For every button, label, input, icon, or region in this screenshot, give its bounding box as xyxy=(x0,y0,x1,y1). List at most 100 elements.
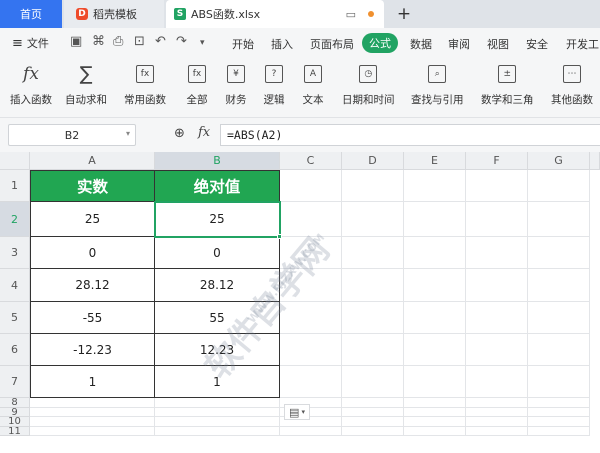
cell[interactable] xyxy=(528,427,590,436)
cell[interactable] xyxy=(280,269,342,302)
cell[interactable] xyxy=(528,366,590,398)
cell[interactable] xyxy=(30,427,155,436)
monitor-icon[interactable]: ▭ xyxy=(346,8,356,21)
cell[interactable] xyxy=(280,427,342,436)
spreadsheet-grid[interactable]: A B C D E F G 1 2 3 4 5 6 7 8 9 10 11 实数 绝对值 25 25 0 0 28.12 28.1… xyxy=(0,152,600,453)
cell[interactable] xyxy=(528,334,590,366)
autosum-button[interactable]: ∑ 自动求和 xyxy=(65,62,107,107)
row-header-1[interactable]: 1 xyxy=(0,170,30,202)
cell[interactable] xyxy=(466,366,528,398)
cell[interactable] xyxy=(280,366,342,398)
cell[interactable] xyxy=(404,302,466,334)
tab-developer[interactable]: 开发工 xyxy=(566,36,599,52)
insert-function-button[interactable]: fx 插入函数 xyxy=(10,62,52,107)
cell[interactable] xyxy=(155,417,280,427)
tab-file[interactable]: S ABS函数.xlsx ▭ xyxy=(166,0,384,28)
cell[interactable] xyxy=(528,202,590,237)
data-cell[interactable]: 12.23 xyxy=(155,334,280,366)
cell[interactable] xyxy=(30,408,155,417)
column-header-b[interactable]: B xyxy=(155,152,280,170)
cell[interactable] xyxy=(342,366,404,398)
data-cell[interactable]: 25 xyxy=(30,202,155,237)
cell[interactable] xyxy=(466,334,528,366)
cell[interactable] xyxy=(466,202,528,237)
cell[interactable] xyxy=(342,398,404,408)
format-painter-icon[interactable]: ⌘ xyxy=(92,34,105,49)
cell[interactable] xyxy=(342,334,404,366)
data-cell[interactable]: 1 xyxy=(155,366,280,398)
tab-page-layout[interactable]: 页面布局 xyxy=(310,36,354,52)
cell[interactable] xyxy=(404,417,466,427)
all-functions-button[interactable]: fx 全部 xyxy=(185,62,209,107)
cell[interactable] xyxy=(528,417,590,427)
cell[interactable] xyxy=(528,398,590,408)
cell[interactable] xyxy=(30,417,155,427)
cell[interactable] xyxy=(528,408,590,417)
row-header-3[interactable]: 3 xyxy=(0,237,30,269)
data-cell[interactable]: 1 xyxy=(30,366,155,398)
cell[interactable] xyxy=(404,202,466,237)
cell[interactable] xyxy=(404,427,466,436)
cell[interactable] xyxy=(404,334,466,366)
math-trig-button[interactable]: ± 数学和三角 xyxy=(481,62,534,107)
cell[interactable] xyxy=(280,202,342,237)
cell[interactable] xyxy=(528,269,590,302)
print-icon[interactable]: ⎙ xyxy=(113,34,123,49)
cell[interactable] xyxy=(342,237,404,269)
more-functions-button[interactable]: ⋯ 其他函数 xyxy=(551,62,593,107)
cell[interactable] xyxy=(528,237,590,269)
zoom-icon[interactable]: ⊕ xyxy=(174,126,185,141)
row-header-7[interactable]: 7 xyxy=(0,366,30,398)
lookup-reference-button[interactable]: ⌕ 查找与引用 xyxy=(411,62,464,107)
cell[interactable] xyxy=(342,170,404,202)
cell[interactable] xyxy=(280,170,342,202)
cell[interactable] xyxy=(466,170,528,202)
financial-button[interactable]: ¥ 财务 xyxy=(224,62,248,107)
name-box-dropdown-icon[interactable]: ▾ xyxy=(126,129,130,138)
tab-start[interactable]: 开始 xyxy=(232,36,254,52)
cell[interactable] xyxy=(466,408,528,417)
cell[interactable] xyxy=(342,302,404,334)
row-header-2[interactable]: 2 xyxy=(0,202,30,237)
data-cell[interactable]: 25 xyxy=(155,202,280,237)
tab-template[interactable]: D 稻壳模板 xyxy=(64,0,164,28)
cell[interactable] xyxy=(528,302,590,334)
column-header-e[interactable]: E xyxy=(404,152,466,170)
save-icon[interactable]: ▣ xyxy=(70,34,82,49)
cell[interactable] xyxy=(466,427,528,436)
cell[interactable] xyxy=(466,398,528,408)
tab-insert[interactable]: 插入 xyxy=(271,36,293,52)
data-cell[interactable]: 55 xyxy=(155,302,280,334)
data-cell[interactable]: 28.12 xyxy=(155,269,280,302)
row-header-6[interactable]: 6 xyxy=(0,334,30,366)
cell[interactable] xyxy=(404,408,466,417)
common-functions-button[interactable]: fx 常用函数 xyxy=(124,62,166,107)
column-header-g[interactable]: G xyxy=(528,152,590,170)
cell[interactable] xyxy=(404,269,466,302)
cell[interactable] xyxy=(466,237,528,269)
data-cell[interactable]: 28.12 xyxy=(30,269,155,302)
column-header-c[interactable]: C xyxy=(280,152,342,170)
text-button[interactable]: A 文本 xyxy=(301,62,325,107)
undo-icon[interactable]: ↶ xyxy=(155,34,166,49)
formula-input[interactable]: =ABS(A2) xyxy=(220,124,600,146)
tab-data[interactable]: 数据 xyxy=(410,36,432,52)
column-header-d[interactable]: D xyxy=(342,152,404,170)
cell[interactable] xyxy=(155,408,280,417)
column-header-f[interactable]: F xyxy=(466,152,528,170)
redo-icon[interactable]: ↷ xyxy=(176,34,187,49)
data-cell[interactable]: 0 xyxy=(30,237,155,269)
new-tab-button[interactable]: + xyxy=(392,2,416,26)
cell[interactable] xyxy=(280,237,342,269)
cell[interactable] xyxy=(342,417,404,427)
row-header-5[interactable]: 5 xyxy=(0,302,30,334)
cell[interactable] xyxy=(404,237,466,269)
cell[interactable] xyxy=(342,408,404,417)
cell[interactable] xyxy=(280,334,342,366)
cell[interactable] xyxy=(342,269,404,302)
file-menu[interactable]: ≡ 文件 xyxy=(12,35,49,51)
quick-access-more-icon[interactable]: ▾ xyxy=(200,38,205,48)
fx-button[interactable]: fx xyxy=(198,125,210,140)
cell[interactable] xyxy=(466,302,528,334)
logical-button[interactable]: ? 逻辑 xyxy=(262,62,286,107)
